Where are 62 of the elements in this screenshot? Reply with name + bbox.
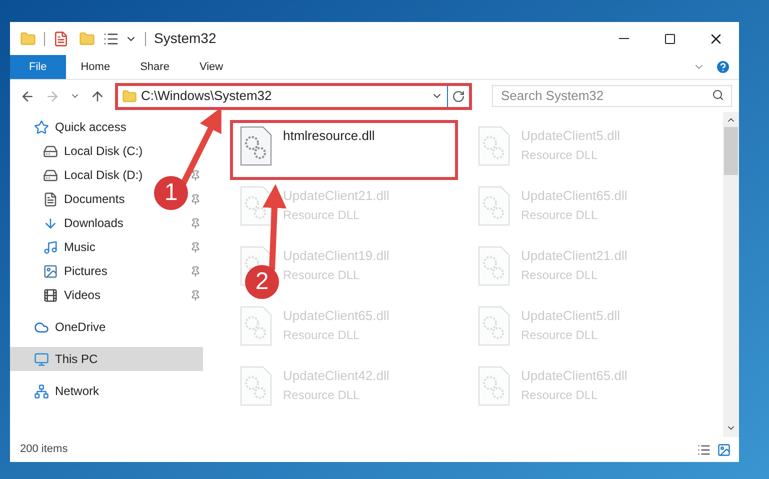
sidebar-item[interactable]: Local Disk (C:) [64, 142, 143, 160]
pin-icon[interactable] [190, 170, 201, 180]
pin-icon[interactable] [190, 194, 201, 204]
download-icon [43, 216, 58, 230]
properties-icon[interactable] [53, 30, 69, 46]
back-icon[interactable] [20, 88, 35, 104]
network-icon [34, 384, 49, 398]
search-icon[interactable] [712, 89, 724, 101]
file-gear-icon [477, 306, 511, 346]
sidebar-item[interactable]: This PC [10, 347, 203, 371]
monitor-icon [34, 352, 49, 366]
music-icon [43, 240, 58, 254]
details-view-icon[interactable] [697, 442, 711, 456]
window-title: System32 [154, 29, 216, 48]
document-icon [43, 192, 58, 206]
file-gear-icon [239, 366, 273, 406]
item-count: 200 items [20, 442, 68, 458]
file-gear-icon [477, 126, 511, 166]
ribbon-tab[interactable]: Home [66, 55, 126, 79]
sidebar-item[interactable]: Videos [64, 286, 100, 304]
address-field[interactable]: C:\Windows\System32 [115, 82, 472, 110]
customize-icon[interactable] [103, 30, 119, 46]
image-icon [43, 264, 58, 278]
refresh-icon[interactable] [452, 90, 465, 102]
ribbon-tab[interactable]: View [184, 55, 238, 79]
sidebar-item[interactable]: Pictures [64, 262, 108, 280]
drive-icon [43, 144, 58, 158]
pin-icon[interactable] [190, 290, 201, 300]
sidebar-item[interactable]: OneDrive [55, 318, 106, 336]
pin-icon[interactable] [190, 218, 201, 228]
sidebar-item[interactable]: Documents [64, 190, 125, 208]
cloud-icon [34, 320, 49, 334]
file-name: htmlresource.dll [283, 127, 375, 145]
file-gear-icon [239, 306, 273, 346]
file-gear-icon [239, 126, 273, 166]
address-path: C:\Windows\System32 [141, 87, 272, 106]
pin-icon[interactable] [190, 242, 201, 252]
sidebar-item[interactable]: Quick access [55, 118, 126, 136]
scroll-thumb[interactable] [724, 127, 738, 175]
film-icon [43, 288, 58, 302]
search-field[interactable]: Search System32 [492, 84, 732, 106]
minimize-icon [619, 38, 629, 39]
scrollbar[interactable] [723, 112, 739, 437]
help-icon[interactable] [715, 59, 731, 75]
ribbon-tab[interactable]: File [10, 55, 66, 79]
file-gear-icon [477, 246, 511, 286]
sidebar-item[interactable]: Local Disk (D:) [64, 166, 143, 184]
sidebar-item[interactable]: Downloads [64, 214, 124, 232]
ribbon-tab[interactable]: Share [125, 55, 184, 79]
file-gear-icon [477, 186, 511, 226]
maximize-icon [664, 32, 676, 44]
drive-icon [43, 168, 58, 182]
pin-icon[interactable] [190, 266, 201, 276]
sidebar-item[interactable]: Network [55, 382, 100, 400]
file-gear-icon [477, 366, 511, 406]
star-icon [34, 120, 49, 134]
large-icons-view-icon[interactable] [717, 442, 731, 456]
file-tile[interactable]: htmlresource.dll [230, 120, 458, 180]
sidebar-item[interactable]: Music [64, 238, 96, 256]
folder-icon [122, 88, 137, 104]
file-gear-icon [239, 186, 273, 226]
up-icon[interactable] [90, 88, 105, 104]
